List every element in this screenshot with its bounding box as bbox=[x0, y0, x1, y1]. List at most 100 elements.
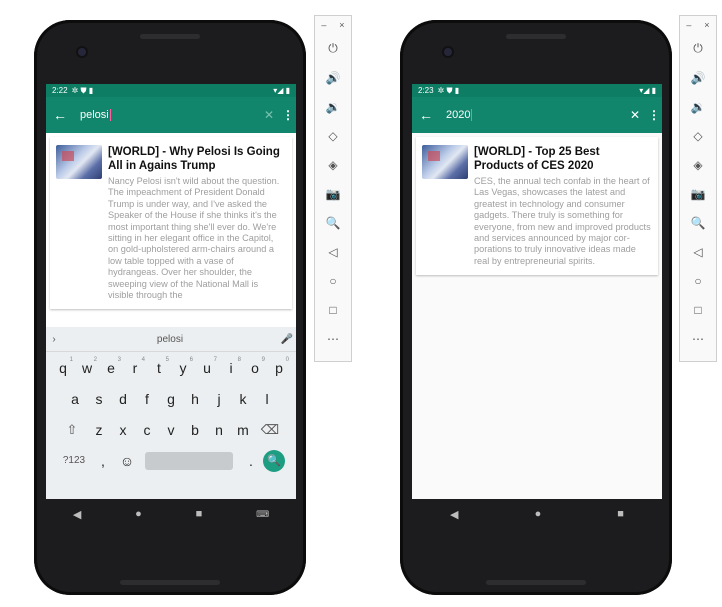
overview-icon[interactable]: □ bbox=[680, 295, 716, 324]
shift-key[interactable]: ⇧ bbox=[57, 422, 87, 438]
zoom-icon[interactable]: 🔍 bbox=[680, 208, 716, 237]
key-hint: 4 bbox=[141, 356, 145, 363]
back-icon[interactable]: ◁ bbox=[680, 237, 716, 266]
key-r[interactable]: r4 bbox=[123, 356, 147, 376]
clear-icon[interactable]: ✕ bbox=[258, 108, 280, 122]
emoji-key[interactable]: ☺ bbox=[115, 453, 139, 469]
rotate-right-icon[interactable]: ◈ bbox=[680, 150, 716, 179]
key-f[interactable]: f bbox=[135, 391, 159, 407]
keyboard-row-3: ⇧ zxcvbnm ⌫ bbox=[46, 414, 296, 445]
comma-key[interactable]: , bbox=[91, 453, 115, 469]
key-g[interactable]: g bbox=[159, 391, 183, 407]
key-h[interactable]: h bbox=[183, 391, 207, 407]
key-label: z bbox=[95, 421, 103, 438]
key-v[interactable]: v bbox=[159, 422, 183, 438]
more-icon[interactable]: ⋯ bbox=[315, 324, 351, 353]
volume-up-icon[interactable]: 🔊 bbox=[315, 63, 351, 92]
emulator-toolbar-right: – × ⏻ 🔊 🔉 ◇ ◈ 📷 🔍 ◁ ○ □ ⋯ bbox=[679, 15, 717, 362]
key-d[interactable]: d bbox=[111, 391, 135, 407]
chevron-right-icon[interactable]: › bbox=[46, 334, 62, 345]
key-k[interactable]: k bbox=[231, 391, 255, 407]
key-b[interactable]: b bbox=[183, 422, 207, 438]
nav-home-button[interactable]: ● bbox=[535, 508, 542, 520]
key-label: w bbox=[81, 359, 93, 376]
key-t[interactable]: t5 bbox=[147, 357, 171, 376]
article-card[interactable]: [WORLD] - Why Pelosi Is Going All in Aga… bbox=[50, 137, 292, 309]
key-e[interactable]: e3 bbox=[99, 356, 123, 376]
key-label: u bbox=[203, 359, 211, 376]
more-options-icon[interactable]: ⋮ bbox=[646, 108, 662, 122]
nav-home-button[interactable]: ● bbox=[135, 508, 142, 520]
more-icon[interactable]: ⋯ bbox=[680, 324, 716, 353]
zoom-icon[interactable]: 🔍 bbox=[315, 208, 351, 237]
microphone-icon[interactable]: 🎤 bbox=[278, 334, 296, 345]
suggestion-word[interactable]: pelosi bbox=[62, 334, 278, 345]
search-app-bar: ← pelosi ✕ ⋮ bbox=[46, 97, 296, 133]
back-arrow-icon[interactable]: ← bbox=[46, 107, 74, 123]
clear-icon[interactable]: ✕ bbox=[624, 108, 646, 122]
key-hint: 3 bbox=[117, 356, 121, 363]
key-w[interactable]: w2 bbox=[75, 357, 99, 376]
nav-recents-button[interactable]: ■ bbox=[196, 508, 203, 520]
key-y[interactable]: y6 bbox=[171, 357, 195, 376]
article-body: Nancy Pelosi isn't wild about the questi… bbox=[108, 176, 280, 301]
key-m[interactable]: m bbox=[231, 422, 255, 438]
article-title: [WORLD] - Why Pelosi Is Going All in Aga… bbox=[108, 146, 280, 172]
key-u[interactable]: u7 bbox=[195, 357, 219, 376]
key-z[interactable]: z bbox=[87, 422, 111, 438]
space-key[interactable] bbox=[145, 451, 233, 470]
camera-icon[interactable]: 📷 bbox=[315, 179, 351, 208]
more-options-icon[interactable]: ⋮ bbox=[280, 108, 296, 122]
key-l[interactable]: l bbox=[255, 391, 279, 407]
back-arrow-icon[interactable]: ← bbox=[412, 107, 440, 123]
key-label: q bbox=[59, 359, 67, 376]
key-label: o bbox=[251, 359, 259, 376]
status-bar: 2:22 ✲ ⛊ ▮ ▾◢ ▮ bbox=[46, 84, 296, 97]
period-key[interactable]: . bbox=[239, 453, 263, 469]
search-input[interactable]: 2020 bbox=[440, 109, 624, 121]
rotate-left-icon[interactable]: ◇ bbox=[680, 121, 716, 150]
minimize-button[interactable]: – bbox=[321, 20, 326, 34]
symbols-key[interactable]: ?123 bbox=[57, 455, 91, 466]
search-key[interactable]: 🔍 bbox=[263, 449, 285, 472]
rotate-left-icon[interactable]: ◇ bbox=[315, 121, 351, 150]
search-input[interactable]: pelosi bbox=[74, 109, 258, 121]
camera-icon[interactable]: 📷 bbox=[680, 179, 716, 208]
key-s[interactable]: s bbox=[87, 391, 111, 407]
rotate-right-icon[interactable]: ◈ bbox=[315, 150, 351, 179]
key-i[interactable]: i8 bbox=[219, 357, 243, 376]
key-c[interactable]: c bbox=[135, 422, 159, 438]
article-thumbnail bbox=[422, 145, 468, 179]
back-icon[interactable]: ◁ bbox=[315, 237, 351, 266]
home-icon[interactable]: ○ bbox=[315, 266, 351, 295]
status-time: 2:22 bbox=[52, 86, 68, 95]
minimize-button[interactable]: – bbox=[686, 20, 691, 34]
backspace-key[interactable]: ⌫ bbox=[255, 422, 285, 438]
close-button[interactable]: × bbox=[339, 20, 344, 34]
key-j[interactable]: j bbox=[207, 391, 231, 407]
nav-recents-button[interactable]: ■ bbox=[617, 508, 624, 520]
keyboard-switch-icon[interactable]: ⌨ bbox=[256, 509, 269, 520]
home-icon[interactable]: ○ bbox=[680, 266, 716, 295]
close-button[interactable]: × bbox=[704, 20, 709, 34]
power-icon[interactable]: ⏻ bbox=[315, 34, 351, 63]
key-x[interactable]: x bbox=[111, 422, 135, 438]
volume-up-icon[interactable]: 🔊 bbox=[680, 63, 716, 92]
key-label: c bbox=[143, 421, 151, 438]
key-p[interactable]: p0 bbox=[267, 357, 291, 376]
article-title: [WORLD] - Top 25 Best Products of CES 20… bbox=[474, 146, 600, 172]
article-card[interactable]: [WORLD] - Top 25 Best Products of CES 20… bbox=[416, 137, 658, 276]
volume-down-icon[interactable]: 🔉 bbox=[680, 92, 716, 121]
key-label: f bbox=[145, 390, 149, 407]
key-n[interactable]: n bbox=[207, 422, 231, 438]
front-camera bbox=[444, 48, 452, 56]
key-q[interactable]: q1 bbox=[51, 357, 75, 376]
overview-icon[interactable]: □ bbox=[315, 295, 351, 324]
power-icon[interactable]: ⏻ bbox=[680, 34, 716, 63]
volume-down-icon[interactable]: 🔉 bbox=[315, 92, 351, 121]
nav-back-button[interactable]: ◀ bbox=[73, 508, 81, 521]
nav-back-button[interactable]: ◀ bbox=[450, 508, 458, 521]
key-a[interactable]: a bbox=[63, 391, 87, 407]
keyboard-row-4: ?123 , ☺ . 🔍 bbox=[46, 445, 296, 476]
key-o[interactable]: o9 bbox=[243, 357, 267, 376]
